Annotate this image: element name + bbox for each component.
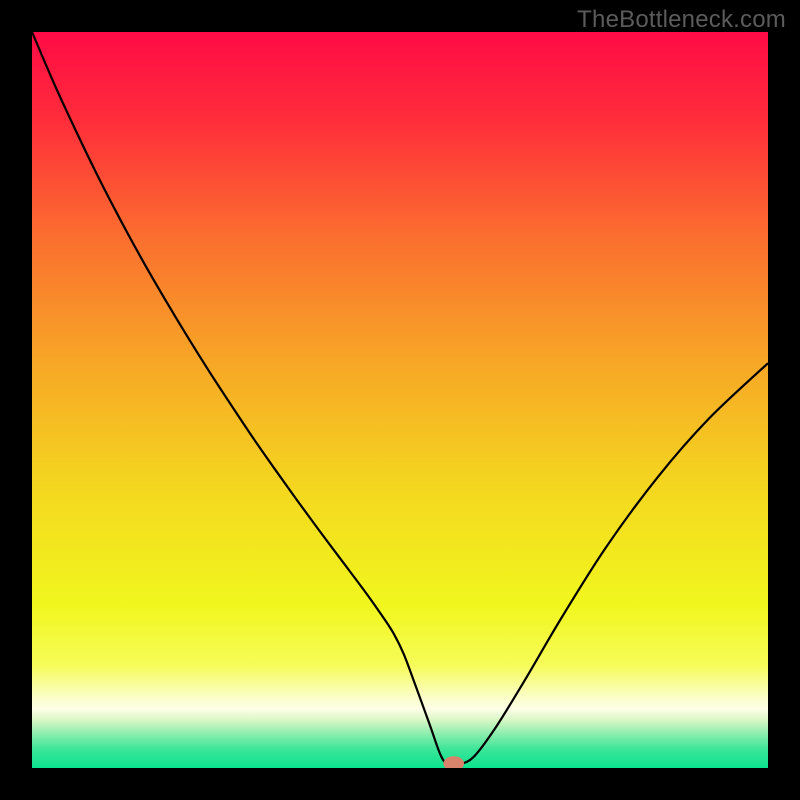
chart-svg: [32, 32, 768, 768]
watermark-text: TheBottleneck.com: [577, 6, 786, 34]
chart-background: [32, 32, 768, 768]
chart-plot-area: [32, 32, 768, 768]
